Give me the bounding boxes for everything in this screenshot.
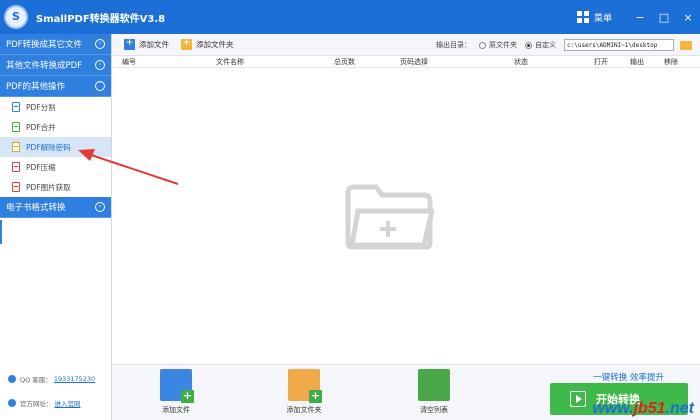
sidebar-category-pdf-to-other[interactable]: PDF转换成其它文件 › [0,34,111,55]
ie-browser-icon [8,399,16,407]
chevron-right-icon: › [95,202,105,212]
site-watermark: www.jb51.net [592,400,694,417]
sidebar-category-other-to-pdf[interactable]: 其他文件转换成PDF › [0,55,111,76]
official-site: 官方网址： 进入官网 [8,398,81,408]
pdf-file-icon [12,162,20,172]
bottom-add-file-button[interactable]: + 添加文件 [146,369,206,415]
column-header: 状态 [514,58,528,66]
app-logo-icon [4,5,28,29]
site-label: 官方网址： [20,400,53,408]
menu-grid-icon[interactable] [576,11,589,23]
bottom-add-file-label: 添加文件 [162,406,190,414]
official-site-link[interactable]: 进入官网 [55,398,81,408]
minimize-button[interactable]: − [628,11,652,24]
broom-icon [418,369,450,401]
sidebar-item-pdf-image-extract[interactable]: PDF图片获取 [0,177,111,197]
file-table-header: 编号 文件名称 总页数 页码选择 状态 打开 输出 移除 [112,56,700,68]
column-header: 输出 [630,58,644,66]
add-folder-icon [181,38,192,50]
output-directory: 输出目录： 原文件夹 自定义 [436,34,700,56]
sidebar-category-pdf-other-ops[interactable]: PDF的其他操作 ˇ [0,76,111,97]
sidebar-category-label: 电子书格式转换 [6,203,66,213]
add-folder-icon: + [288,369,322,403]
sidebar-item-label: PDF分割 [26,102,56,112]
sidebar-item-label: PDF解除密码 [26,142,71,152]
pdf-file-icon [12,182,20,192]
column-header: 移除 [664,58,678,66]
play-icon [570,391,586,407]
toolbar: 添加文件 添加文件夹 输出目录： 原文件夹 自定义 [112,34,700,56]
add-file-icon [124,38,135,50]
output-path-input[interactable] [564,39,674,51]
pdf-file-icon [12,122,20,132]
sidebar-category-label: PDF的其他操作 [6,82,66,92]
bottom-add-folder-label: 添加文件夹 [286,406,322,414]
sidebar-item-pdf-compress[interactable]: PDF压缩 [0,157,111,177]
radio-custom-folder[interactable] [525,41,532,49]
radio-original-label: 原文件夹 [489,41,517,49]
column-header: 打开 [594,58,608,66]
qq-support: QQ 客服： 1933175230 [8,374,95,384]
sidebar-category-label: 其他文件转换成PDF [6,61,83,71]
output-dir-label: 输出目录： [436,41,471,49]
close-button[interactable]: × [676,11,700,24]
browse-folder-icon[interactable] [680,40,692,50]
clear-list-label: 清空列表 [420,406,448,414]
clear-list-button[interactable]: 清空列表 [404,369,464,415]
column-header: 页码选择 [400,58,428,66]
radio-original-folder[interactable] [479,41,486,49]
title-bar-controls: 菜单 − □ × [576,0,700,34]
sidebar-category-label: PDF转换成其它文件 [6,40,83,50]
chevron-right-icon: › [95,60,105,70]
sidebar-category-ebook-convert[interactable]: 电子书格式转换 › [0,197,111,218]
title-bar: SmallPDF转换器软件V3.8 菜单 − □ × [0,0,700,34]
add-file-button[interactable]: 添加文件 [124,38,169,50]
sidebar-item-label: PDF图片获取 [26,182,71,192]
add-folder-button[interactable]: 添加文件夹 [181,38,234,50]
sidebar-item-pdf-merge[interactable]: PDF合并 [0,117,111,137]
menu-button[interactable]: 菜单 [594,11,612,24]
add-file-label: 添加文件 [139,40,169,49]
maximize-button[interactable]: □ [652,11,676,24]
file-list-area[interactable] [112,68,700,364]
column-header: 文件名称 [216,58,244,66]
pdf-file-icon [12,142,20,152]
sidebar-item-pdf-remove-password[interactable]: PDF解除密码 [0,137,111,157]
sidebar: PDF转换成其它文件 › 其他文件转换成PDF › PDF的其他操作 ˇ PDF… [0,34,112,420]
column-header: 总页数 [334,58,355,66]
slogan-text: 一键转换 效率提升 [593,373,664,383]
qq-label: QQ 客服： [20,376,52,384]
sidebar-item-pdf-split[interactable]: PDF分割 [0,97,111,117]
column-header: 编号 [122,58,136,66]
chevron-right-icon: › [95,39,105,49]
empty-folder-add-icon[interactable] [344,183,434,251]
bottom-add-folder-button[interactable]: + 添加文件夹 [274,369,334,415]
sidebar-item-label: PDF压缩 [26,162,56,172]
chevron-down-icon: ˇ [95,81,105,91]
qq-icon [8,375,16,383]
sidebar-accent-strip [0,220,2,244]
pdf-file-icon [12,102,20,112]
qq-number-link[interactable]: 1933175230 [54,375,95,383]
sidebar-item-label: PDF合并 [26,122,56,132]
radio-custom-label: 自定义 [535,41,556,49]
app-title: SmallPDF转换器软件V3.8 [36,13,166,25]
add-folder-label: 添加文件夹 [196,40,234,49]
add-file-icon: + [160,369,194,403]
